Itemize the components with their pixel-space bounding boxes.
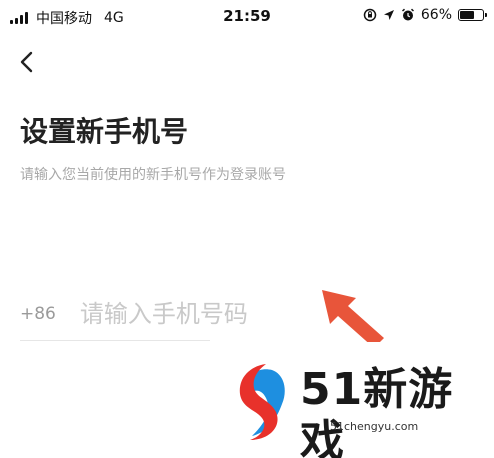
orientation-lock-icon: [363, 8, 377, 22]
battery-percent: 66%: [420, 7, 452, 23]
watermark: 51新游戏 51chengyu.com: [210, 342, 494, 458]
back-button[interactable]: [12, 47, 42, 77]
phone-input-underline: [20, 340, 210, 341]
page-subtitle: 请输入您当前使用的新手机号作为登录账号: [20, 167, 286, 183]
watermark-logo-icon: [239, 364, 285, 440]
battery-fill: [460, 11, 474, 19]
alarm-icon: [401, 8, 414, 21]
watermark-url: 51chengyu.com: [330, 420, 419, 433]
location-icon: [383, 10, 394, 20]
page-title: 设置新手机号: [20, 115, 189, 148]
status-right: 66%: [363, 7, 487, 23]
chevron-left-icon: [20, 51, 33, 73]
watermark-name: 51新游戏: [300, 364, 454, 458]
status-bar: 中国移动 4G 21:59 66%: [0, 0, 494, 34]
battery-icon: [458, 9, 487, 21]
country-code[interactable]: +86: [20, 304, 56, 324]
